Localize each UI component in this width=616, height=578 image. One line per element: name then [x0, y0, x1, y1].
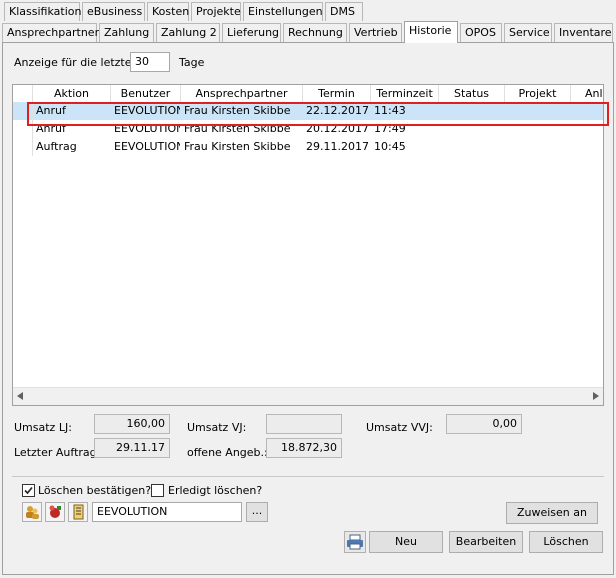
print-button[interactable] — [344, 531, 366, 553]
neu-button[interactable]: Neu — [369, 531, 443, 553]
contact-icon — [49, 505, 61, 518]
bearbeiten-button[interactable]: Bearbeiten — [449, 531, 523, 553]
column-header-termin[interactable]: Termin — [303, 85, 371, 102]
letzter-auftrag-label: Letzter Auftrag: — [14, 446, 101, 459]
cell-terminzeit: 10:45 — [374, 140, 406, 153]
checkmark-icon — [24, 486, 33, 495]
tab-zahlung[interactable]: Zahlung — [99, 23, 154, 42]
tab-vertrieb[interactable]: Vertrieb — [349, 23, 402, 42]
column-header-benutzer[interactable]: Benutzer — [111, 85, 181, 102]
column-header-projekt[interactable]: Projekt — [505, 85, 571, 102]
loeschen-button[interactable]: Löschen — [529, 531, 603, 553]
tab-rechnung[interactable]: Rechnung — [283, 23, 347, 42]
cell-ansprechpartner: Frau Kirsten Skibbe — [184, 140, 291, 153]
history-grid[interactable]: Aktion Benutzer Ansprechpartner Termin T… — [12, 84, 604, 406]
days-input[interactable]: 30 — [130, 52, 170, 72]
umsatz-lj-value: 160,00 — [94, 414, 170, 434]
umsatz-vj-label: Umsatz VJ: — [187, 421, 247, 434]
table-row[interactable]: Auftrag EEVOLUTION Frau Kirsten Skibbe 29.1… — [13, 138, 603, 156]
cell-anlage — [571, 138, 603, 156]
tab-zahlung-2[interactable]: Zahlung 2 — [156, 23, 220, 42]
grid-header: Aktion Benutzer Ansprechpartner Termin T… — [13, 85, 603, 103]
row-header-corner — [13, 85, 33, 102]
column-header-terminzeit[interactable]: Terminzeit — [371, 85, 439, 102]
tab-dms[interactable]: DMS — [325, 2, 363, 21]
filter-label: Anzeige für die letzten — [14, 56, 139, 69]
column-header-ansprechpartner[interactable]: Ansprechpartner — [181, 85, 303, 102]
divider — [12, 476, 604, 477]
cell-projekt — [505, 138, 571, 156]
contact-button[interactable] — [45, 502, 65, 522]
tab-klassifikation[interactable]: Klassifikation — [4, 2, 81, 21]
umsatz-vvj-value: 0,00 — [446, 414, 522, 434]
tab-kosten[interactable]: Kosten — [147, 2, 189, 21]
cell-status — [439, 138, 505, 156]
umsatz-vj-value — [266, 414, 342, 434]
tab-einstellungen[interactable]: Einstellungen — [243, 2, 323, 21]
row-header[interactable] — [13, 138, 33, 156]
umsatz-vvj-label: Umsatz VVJ: — [366, 421, 433, 434]
column-header-aktion[interactable]: Aktion — [33, 85, 111, 102]
cell-termin: 29.11.2017 — [306, 140, 369, 153]
column-header-anlage[interactable]: Anla — [571, 85, 603, 102]
offene-angeb-value: 18.872,30 — [266, 438, 342, 458]
tab-service[interactable]: Service — [504, 23, 552, 42]
letzter-auftrag-value: 29.11.17 — [94, 438, 170, 458]
loeschen-bestaetigen-label: Löschen bestätigen? — [38, 484, 152, 497]
printer-icon — [347, 534, 363, 550]
tab-opos[interactable]: OPOS — [460, 23, 502, 42]
list-button[interactable] — [68, 502, 88, 522]
user-group-icon — [26, 506, 39, 519]
tab-ansprechpartner[interactable]: Ansprechpartner — [2, 23, 99, 42]
zuweisen-button[interactable]: Zuweisen an — [506, 502, 598, 524]
list-icon — [73, 504, 84, 520]
tab-inventare[interactable]: Inventare — [554, 23, 613, 42]
cell-aktion: Auftrag — [36, 140, 77, 153]
erledigt-loeschen-label: Erledigt löschen? — [168, 484, 263, 497]
highlight-box — [27, 102, 609, 126]
erledigt-loeschen-checkbox[interactable] — [151, 484, 164, 497]
scroll-right-icon[interactable] — [592, 392, 600, 401]
browse-button[interactable]: ... — [246, 502, 268, 522]
offene-angeb-label: offene Angeb.: — [187, 446, 268, 459]
filter-unit: Tage — [179, 56, 205, 69]
user-assign-button[interactable] — [22, 502, 42, 522]
cell-benutzer: EEVOLUTION — [114, 140, 181, 153]
loeschen-bestaetigen-checkbox[interactable] — [22, 484, 35, 497]
tab-historie[interactable]: Historie — [404, 21, 458, 43]
column-header-status[interactable]: Status — [439, 85, 505, 102]
horizontal-scrollbar[interactable] — [13, 387, 603, 405]
scroll-left-icon[interactable] — [16, 392, 24, 401]
tab-lieferung[interactable]: Lieferung — [222, 23, 281, 42]
user-field[interactable]: EEVOLUTION — [92, 502, 242, 522]
tab-ebusiness[interactable]: eBusiness — [82, 2, 145, 21]
tab-projekte[interactable]: Projekte — [191, 2, 241, 21]
umsatz-lj-label: Umsatz LJ: — [14, 421, 72, 434]
